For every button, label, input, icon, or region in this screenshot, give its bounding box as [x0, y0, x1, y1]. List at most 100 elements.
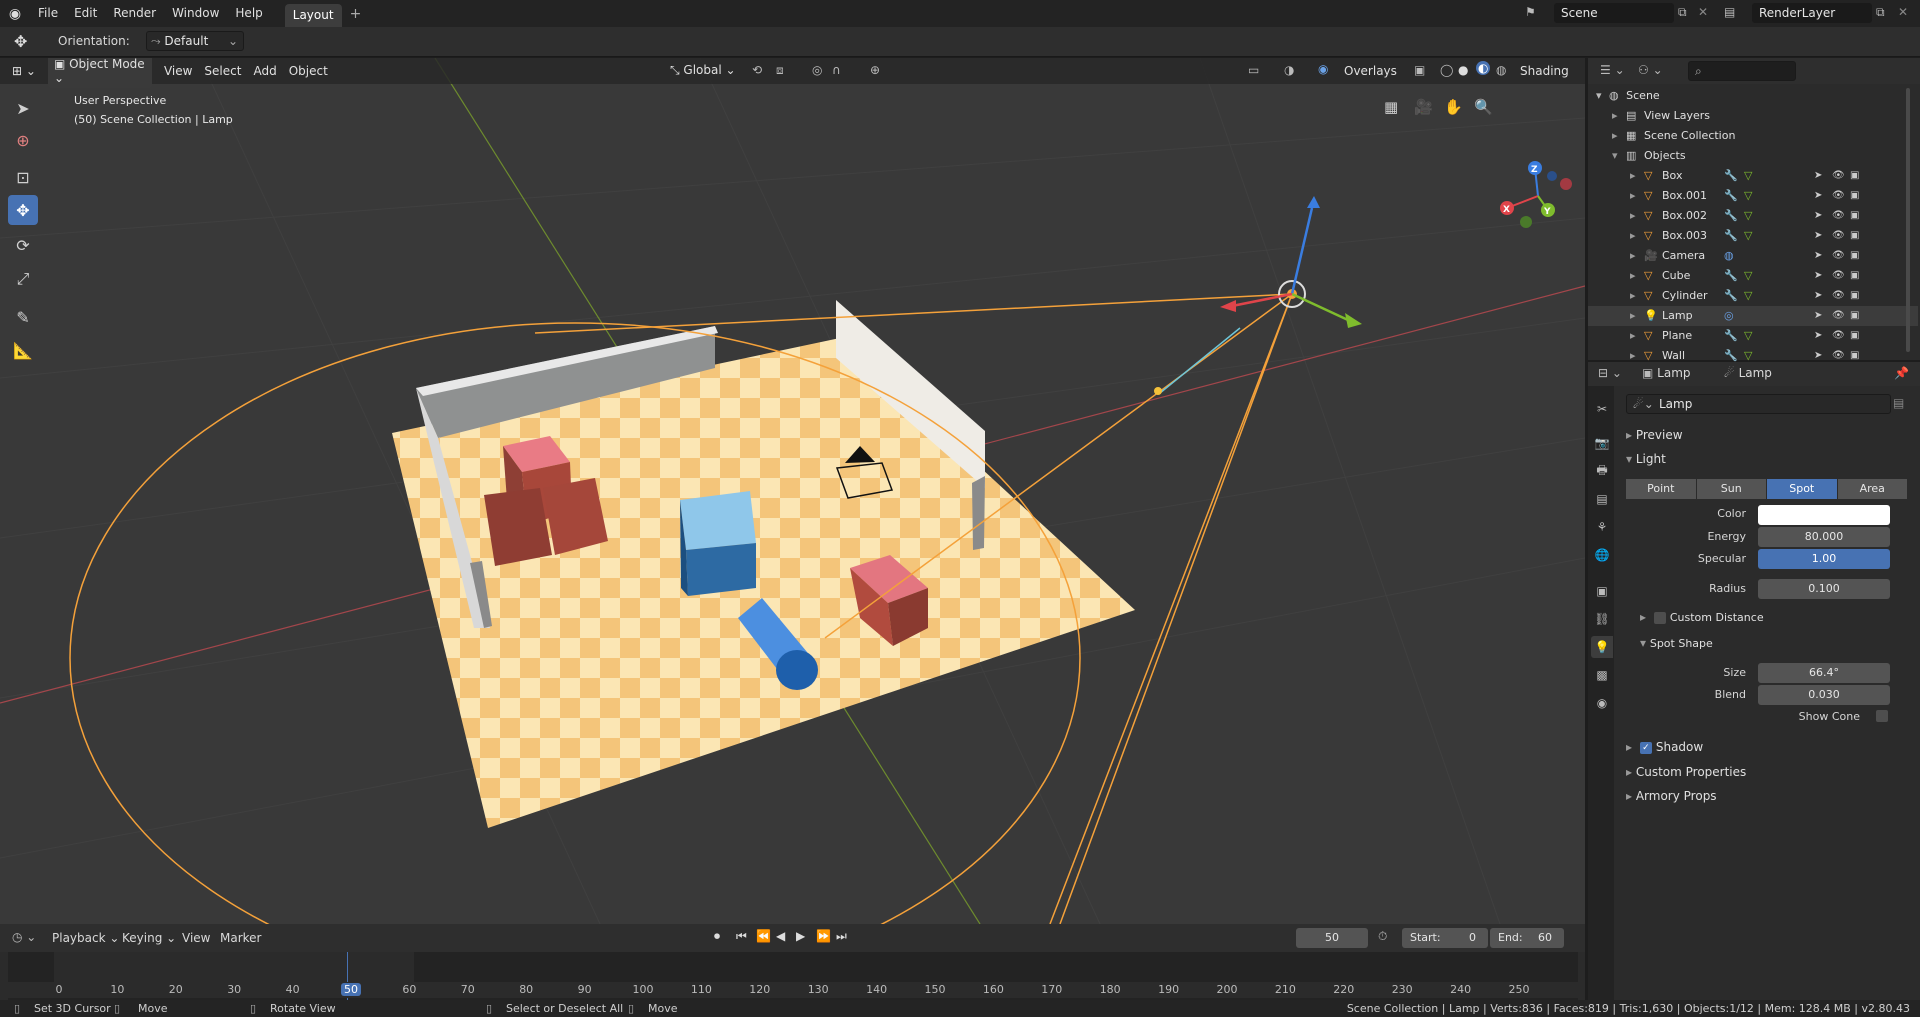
collapsed-arrow-icon[interactable]: ▸ [1630, 166, 1636, 186]
tab-render[interactable]: 📷 [1591, 432, 1613, 454]
select-arrow-icon[interactable]: ➤ [1814, 246, 1822, 266]
jump-start-icon[interactable]: ⏮ [736, 929, 747, 944]
box-001[interactable] [484, 488, 552, 566]
new-layer-icon[interactable]: ⧉ [1876, 5, 1885, 20]
viewport-display-icon[interactable]: ▭ [1248, 63, 1259, 77]
shading-dropdown[interactable]: Shading [1520, 64, 1569, 78]
mesh-data-icon[interactable]: ▽ [1744, 166, 1752, 186]
eye-icon[interactable]: 👁 [1832, 286, 1845, 306]
cylinder-cap[interactable] [776, 650, 818, 690]
menu-marker[interactable]: Marker [220, 931, 261, 945]
tab-object[interactable]: ▣ [1591, 580, 1613, 602]
outliner-row[interactable]: ▸ ▽ Box.001 🔧 ▽ ➤ 👁 ▣ [1588, 186, 1918, 206]
light-type-point-button[interactable]: Point [1626, 479, 1696, 499]
outliner-scrollbar[interactable] [1906, 88, 1910, 352]
pivot-icon[interactable]: ⟲ [752, 63, 762, 77]
section-custom-properties[interactable]: ▸ Custom Properties [1626, 765, 1746, 779]
collapsed-arrow-icon[interactable]: ▸ [1612, 106, 1618, 126]
editor-type-icon[interactable]: ⊞ ⌄ [0, 64, 42, 78]
gizmo-z-arrow[interactable] [1290, 207, 1314, 295]
mesh-data-icon[interactable]: ▽ [1744, 206, 1752, 226]
jump-end-icon[interactable]: ⏭ [836, 929, 847, 944]
outliner-row[interactable]: ▸ 🎥 Camera ◍ ➤ 👁 ▣ [1588, 246, 1918, 266]
select-tool-button[interactable]: ➤ [8, 93, 38, 123]
camera-render-icon[interactable]: ▣ [1850, 226, 1859, 246]
visibility-icon[interactable]: ◑ [1284, 63, 1294, 77]
menu-render[interactable]: Render [105, 0, 164, 27]
outliner-row[interactable]: ▾ ▥ Objects [1588, 146, 1918, 166]
tab-texture[interactable]: ▩ [1591, 664, 1613, 686]
snap-icon[interactable]: ⧈ [776, 63, 784, 78]
add-workspace-icon[interactable]: + [350, 6, 362, 22]
rotate-tool-button[interactable]: ⟳ [8, 230, 38, 260]
collapsed-arrow-icon[interactable]: ▸ [1630, 266, 1636, 286]
move-tool-button[interactable]: ✥ [8, 195, 38, 225]
pan-view-hand-icon[interactable]: ✋ [1444, 98, 1463, 116]
transform-orientation-dropdown[interactable]: ⤡ Global ⌄ [670, 63, 736, 78]
object-breadcrumb[interactable]: ▣ Lamp [1642, 366, 1691, 380]
display-mode-icon[interactable]: ⚇ ⌄ [1638, 63, 1663, 77]
camera-render-icon[interactable]: ▣ [1850, 306, 1859, 326]
light-type-spot-button[interactable]: Spot [1767, 479, 1837, 499]
fake-user-icon[interactable]: ▤ [1893, 396, 1904, 410]
collapsed-arrow-icon[interactable]: ▸ [1630, 326, 1636, 346]
modifier-wrench-icon[interactable]: 🔧 [1724, 286, 1738, 306]
outliner-row[interactable]: ▸ ▽ Cube 🔧 ▽ ➤ 👁 ▣ [1588, 266, 1918, 286]
blender-logo-icon[interactable]: ◉ [0, 6, 30, 22]
shadow-checkbox[interactable]: ✓ [1639, 741, 1652, 754]
data-breadcrumb[interactable]: ☄ Lamp [1724, 366, 1772, 380]
jump-next-key-icon[interactable]: ⏩ [816, 929, 831, 943]
camera-render-icon[interactable]: ▣ [1850, 206, 1859, 226]
select-arrow-icon[interactable]: ➤ [1814, 206, 1822, 226]
camera-render-icon[interactable]: ▣ [1850, 326, 1859, 346]
right-wall-edge[interactable] [972, 476, 985, 550]
modifier-wrench-icon[interactable]: 🔧 [1724, 266, 1738, 286]
eye-icon[interactable]: 👁 [1832, 306, 1845, 326]
mesh-data-icon[interactable]: ▽ [1744, 286, 1752, 306]
menu-file[interactable]: File [30, 0, 66, 27]
outliner-row[interactable]: ▸ ▽ Box.002 🔧 ▽ ➤ 👁 ▣ [1588, 206, 1918, 226]
cursor-tool-button[interactable]: ⊕ [8, 125, 38, 155]
gizmo-y-head[interactable] [1345, 313, 1362, 328]
subsection-spot-shape[interactable]: ▾ Spot Shape [1640, 636, 1713, 650]
overlays-icon[interactable]: ◉ [1318, 62, 1328, 76]
select-arrow-icon[interactable]: ➤ [1814, 186, 1822, 206]
gizmo-y-arrow[interactable] [1291, 292, 1349, 322]
radius-field[interactable]: 0.100 [1758, 579, 1890, 599]
overlays-dropdown[interactable]: Overlays [1344, 64, 1397, 78]
tab-constraints[interactable]: ⛓ [1591, 608, 1613, 630]
light-datablock-field[interactable]: ☄⌄ Lamp [1626, 394, 1891, 414]
tab-light-data[interactable]: 💡 [1591, 636, 1613, 658]
subsection-custom-distance[interactable]: ▸ Custom Distance [1640, 610, 1764, 624]
collapsed-arrow-icon[interactable]: ▸ [1612, 126, 1618, 146]
outliner-scene-root[interactable]: ▾ ◍ Scene [1588, 86, 1918, 106]
outliner-row[interactable]: ▸ ▽ Box.003 🔧 ▽ ➤ 👁 ▣ [1588, 226, 1918, 246]
collapsed-arrow-icon[interactable]: ▸ [1630, 186, 1636, 206]
viewport-scene[interactable]: Z X Y [0, 58, 1585, 924]
end-frame-field[interactable]: End: 60 [1490, 928, 1564, 948]
spot-size-field[interactable]: 66.4° [1758, 663, 1890, 683]
modifier-wrench-icon[interactable]: 🔧 [1724, 206, 1738, 226]
play-reverse-icon[interactable]: ◀ [776, 929, 785, 943]
mesh-data-icon[interactable]: ▽ [1744, 186, 1752, 206]
select-arrow-icon[interactable]: ➤ [1814, 266, 1822, 286]
timeline-track[interactable]: 0 10 20 30 40 50 60 70 80 90 100 110 120 130 140 150 160… [8, 952, 1578, 1000]
wireframe-shading-icon[interactable]: ◯ [1440, 63, 1453, 77]
custom-distance-checkbox[interactable] [1653, 611, 1666, 624]
camera-view-icon[interactable]: 🎥 [1414, 98, 1433, 116]
timeline-editor-icon[interactable]: ◷ ⌄ [12, 930, 36, 944]
rendered-shading-icon[interactable]: ◍ [1496, 63, 1506, 77]
collapsed-arrow-icon[interactable]: ▸ [1630, 206, 1636, 226]
stopwatch-icon[interactable]: ⏱ [1378, 929, 1387, 944]
menu-view[interactable]: View [158, 64, 198, 78]
outliner-row[interactable]: ▸ 💡 Lamp ◎ ➤ 👁 ▣ [1588, 306, 1918, 326]
new-scene-icon[interactable]: ⧉ [1678, 5, 1687, 20]
select-arrow-icon[interactable]: ➤ [1814, 166, 1822, 186]
proportional-edit-icon[interactable]: ◎ [812, 63, 822, 77]
tab-world[interactable]: 🌐 [1591, 544, 1613, 566]
workspace-tab-layout[interactable]: Layout [284, 4, 342, 27]
show-cone-checkbox[interactable] [1876, 710, 1888, 722]
select-arrow-icon[interactable]: ➤ [1814, 226, 1822, 246]
camera-render-icon[interactable]: ▣ [1850, 186, 1859, 206]
expanded-arrow-icon[interactable]: ▾ [1612, 146, 1618, 166]
